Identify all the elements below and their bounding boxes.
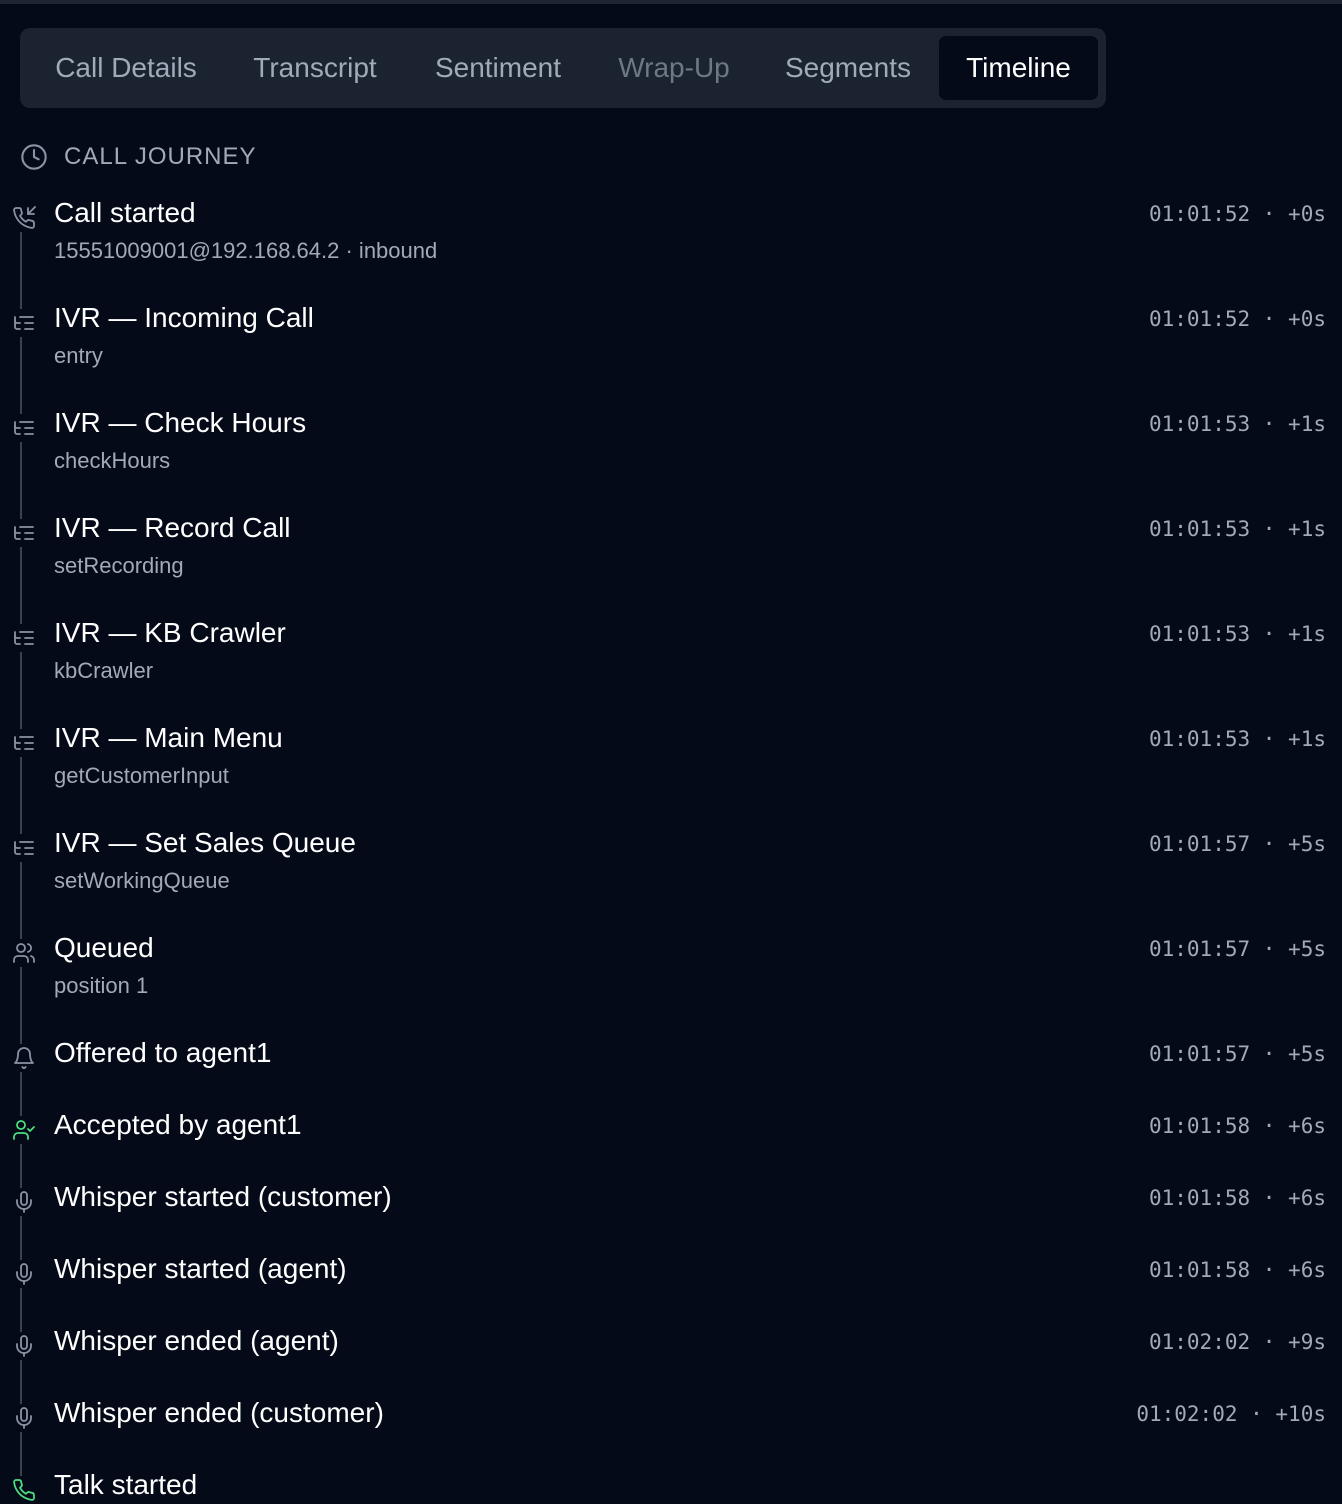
list-tree-icon bbox=[10, 729, 38, 757]
event-timestamp: 01:01:52 · +0s bbox=[1148, 202, 1326, 226]
microphone-icon bbox=[10, 1188, 38, 1216]
event-subtitle: setRecording bbox=[54, 553, 184, 578]
event-timestamp: 01:01:53 · +1s bbox=[1148, 412, 1326, 436]
event-title: IVR — Record Call bbox=[54, 512, 291, 543]
list-tree-icon bbox=[10, 309, 38, 337]
event-title: Whisper started (agent) bbox=[54, 1253, 347, 1284]
event-title: IVR — Main Menu bbox=[54, 722, 283, 753]
list-tree-icon bbox=[10, 519, 38, 547]
tab-wrap-up[interactable]: Wrap-Up bbox=[596, 36, 752, 100]
event-timestamp: 01:01:57 · +5s bbox=[1148, 937, 1326, 961]
event-timestamp: 01:02:02 · +9s bbox=[1148, 1330, 1326, 1354]
microphone-icon bbox=[10, 1260, 38, 1288]
tab-segments[interactable]: Segments bbox=[764, 36, 932, 100]
event-subtitle: getCustomerInput bbox=[54, 763, 229, 788]
event-title: Whisper ended (customer) bbox=[54, 1397, 384, 1428]
event-subtitle: checkHours bbox=[54, 448, 171, 473]
tab-call-details[interactable]: Call Details bbox=[32, 36, 220, 100]
tab-timeline[interactable]: Timeline bbox=[939, 36, 1098, 100]
microphone-icon bbox=[10, 1404, 38, 1432]
tab-sentiment[interactable]: Sentiment bbox=[412, 36, 584, 100]
event-timestamp: 01:01:52 · +0s bbox=[1148, 307, 1326, 331]
event-title: Whisper started (customer) bbox=[54, 1181, 392, 1212]
event-title: IVR — Set Sales Queue bbox=[54, 827, 356, 858]
event-timestamp: 01:01:58 · +6s bbox=[1148, 1186, 1326, 1210]
list-tree-icon bbox=[10, 414, 38, 442]
event-subtitle: 15551009001@192.168.64.2 · inbound bbox=[54, 238, 438, 263]
user-check-icon bbox=[10, 1116, 38, 1144]
event-title: IVR — Incoming Call bbox=[54, 302, 314, 333]
event-timestamp: 01:01:53 · +1s bbox=[1148, 517, 1326, 541]
clock-icon bbox=[20, 143, 48, 171]
microphone-icon bbox=[10, 1332, 38, 1360]
event-timestamp: 01:01:57 · +5s bbox=[1148, 1042, 1326, 1066]
section-title: CALL JOURNEY bbox=[64, 143, 257, 170]
event-title: Talk started bbox=[54, 1469, 198, 1500]
list-tree-icon bbox=[10, 834, 38, 862]
top-divider bbox=[0, 0, 1342, 4]
tab-transcript[interactable]: Transcript bbox=[232, 36, 398, 100]
bell-icon bbox=[10, 1044, 38, 1072]
event-title: IVR — Check Hours bbox=[54, 407, 307, 438]
event-title: Offered to agent1 bbox=[54, 1037, 272, 1068]
phone-incoming-icon bbox=[10, 204, 38, 232]
list-tree-icon bbox=[10, 624, 38, 652]
event-timestamp: 01:01:58 · +6s bbox=[1148, 1258, 1326, 1282]
event-title: IVR — KB Crawler bbox=[54, 617, 286, 648]
event-title: Call started bbox=[54, 197, 196, 228]
event-timestamp: 01:01:57 · +5s bbox=[1148, 832, 1326, 856]
phone-call-icon bbox=[10, 1476, 38, 1504]
tab-bar: Call Details Transcript Sentiment Wrap-U… bbox=[20, 28, 1106, 108]
event-title: Whisper ended (agent) bbox=[54, 1325, 339, 1356]
event-title: Accepted by agent1 bbox=[54, 1109, 302, 1140]
event-subtitle: position 1 bbox=[54, 973, 149, 998]
event-timestamp: 01:01:53 · +1s bbox=[1148, 727, 1326, 751]
event-timestamp: 01:01:58 · +6s bbox=[1148, 1114, 1326, 1138]
call-journey-header: CALL JOURNEY bbox=[20, 142, 257, 172]
event-title: Queued bbox=[54, 932, 154, 963]
event-timestamp: 01:02:02 · +10s bbox=[1136, 1402, 1326, 1426]
event-subtitle: setWorkingQueue bbox=[54, 868, 230, 893]
users-icon bbox=[10, 939, 38, 967]
event-subtitle: kbCrawler bbox=[54, 658, 154, 683]
event-timestamp: 01:01:53 · +1s bbox=[1148, 622, 1326, 646]
event-subtitle: entry bbox=[54, 343, 103, 368]
